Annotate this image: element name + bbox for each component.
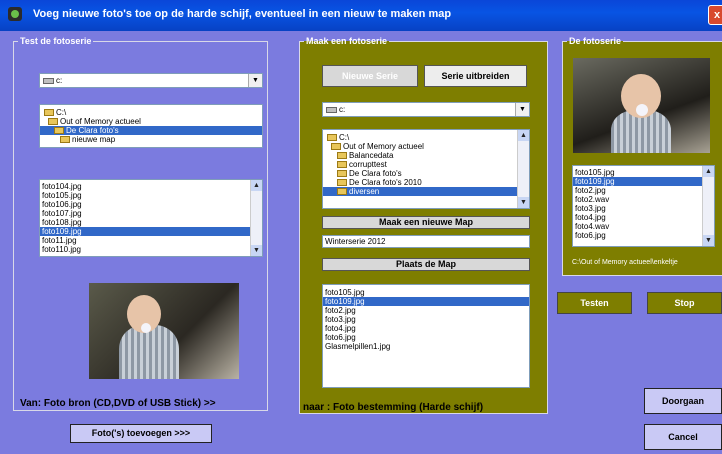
new-series-button[interactable]: Nieuwe Serie (322, 65, 418, 87)
close-button[interactable]: x (708, 5, 722, 25)
folder-icon (60, 136, 70, 144)
list-item[interactable]: foto105.jpg (40, 191, 262, 200)
make-new-folder-button[interactable]: Maak een nieuwe Map (322, 216, 530, 229)
photo-series-panel: De fotoserie foto105.jpg foto109.jpg fot… (562, 36, 722, 276)
list-item[interactable]: foto4.jpg (323, 324, 529, 333)
list-item[interactable]: foto4.wav (573, 222, 714, 231)
series-path: C:\Out of Memory actueel\enkeltje (572, 259, 678, 266)
add-photos-button[interactable]: Foto('s) toevoegen >>> (70, 424, 212, 443)
list-item[interactable]: foto2.wav (573, 195, 714, 204)
list-item[interactable]: foto2.jpg (323, 306, 529, 315)
new-folder-input[interactable]: Winterserie 2012 (322, 235, 530, 248)
list-item[interactable]: foto4.jpg (573, 213, 714, 222)
scrollbar[interactable]: ▲ ▼ (702, 166, 714, 246)
folder-icon (337, 170, 347, 178)
title-bar: Voeg nieuwe foto's toe op de harde schij… (0, 0, 722, 31)
list-item[interactable]: foto6.jpg (573, 231, 714, 240)
preview-photo (89, 283, 239, 379)
series-file-list[interactable]: foto105.jpg foto109.jpg foto2.jpg foto2.… (572, 165, 715, 247)
folder-open-icon (48, 118, 58, 126)
list-item[interactable]: foto3.jpg (323, 315, 529, 324)
folder-item[interactable]: De Clara foto's (323, 169, 529, 178)
series-preview-photo (573, 58, 710, 153)
scroll-up-icon[interactable]: ▲ (251, 180, 262, 191)
list-item[interactable]: foto109.jpg (40, 227, 262, 236)
list-item[interactable]: foto110.jpg (40, 245, 262, 254)
folder-item[interactable]: nieuwe map (40, 135, 262, 144)
list-item[interactable]: foto105.jpg (323, 288, 529, 297)
extend-series-button[interactable]: Serie uitbreiden (424, 65, 527, 87)
list-item[interactable]: foto105.jpg (573, 168, 714, 177)
folder-open-icon (44, 109, 54, 117)
list-item[interactable]: foto108.jpg (40, 218, 262, 227)
source-folder-list[interactable]: C:\ Out of Memory actueel De Clara foto'… (39, 104, 263, 148)
folder-item[interactable]: C:\ (40, 108, 262, 117)
folder-item[interactable]: diversen (323, 187, 529, 196)
place-folder-button[interactable]: Plaats de Map (322, 258, 530, 271)
destination-folder-list[interactable]: C:\ Out of Memory actueel Balancedata co… (322, 129, 530, 209)
source-drive-select[interactable]: c: ▼ (39, 73, 263, 88)
list-item[interactable]: foto109.jpg (573, 177, 714, 186)
make-series-panel: Maak een fotoserie Nieuwe Serie Serie ui… (299, 36, 548, 414)
chevron-down-icon[interactable]: ▼ (248, 74, 262, 87)
drive-icon (43, 77, 54, 84)
stop-button[interactable]: Stop (647, 292, 722, 314)
folder-icon (337, 161, 347, 169)
scroll-down-icon[interactable]: ▼ (703, 235, 714, 246)
list-item[interactable]: foto104.jpg (40, 182, 262, 191)
list-item[interactable]: foto6.jpg (323, 333, 529, 342)
chevron-down-icon[interactable]: ▼ (515, 103, 529, 116)
folder-item[interactable]: C:\ (323, 133, 529, 142)
drive-icon (326, 106, 337, 113)
source-label: Van: Foto bron (CD,DVD of USB Stick) >> (20, 398, 216, 409)
window-title: Voeg nieuwe foto's toe op de harde schij… (33, 8, 452, 20)
destination-drive-select[interactable]: c: ▼ (322, 102, 530, 117)
list-item[interactable]: foto106.jpg (40, 200, 262, 209)
folder-icon (337, 188, 347, 196)
source-file-list[interactable]: foto104.jpg foto105.jpg foto106.jpg foto… (39, 179, 263, 257)
folder-open-icon (327, 134, 337, 142)
app-icon (8, 7, 22, 21)
scrollbar[interactable]: ▲ ▼ (250, 180, 262, 256)
list-item[interactable]: foto11.jpg (40, 236, 262, 245)
make-series-legend: Maak een fotoserie (306, 36, 388, 46)
scroll-down-icon[interactable]: ▼ (518, 197, 529, 208)
list-item[interactable]: foto109.jpg (323, 297, 529, 306)
folder-item[interactable]: Out of Memory actueel (323, 142, 529, 151)
folder-item[interactable]: Balancedata (323, 151, 529, 160)
folder-item[interactable]: Out of Memory actueel (40, 117, 262, 126)
list-item[interactable]: foto3.jpg (573, 204, 714, 213)
destination-file-list[interactable]: foto105.jpg foto109.jpg foto2.jpg foto3.… (322, 284, 530, 388)
cancel-button[interactable]: Cancel (644, 424, 722, 450)
folder-item[interactable]: De Clara foto's (40, 126, 262, 135)
folder-open-icon (331, 143, 341, 151)
scroll-up-icon[interactable]: ▲ (703, 166, 714, 177)
test-series-legend: Test de fotoserie (20, 36, 92, 46)
list-item[interactable]: Glasmelpillen1.jpg (323, 342, 529, 351)
destination-label: naar : Foto bestemming (Harde schijf) (303, 402, 484, 413)
test-series-panel: Test de fotoserie c: ▼ C:\ Out of Memory… (13, 36, 268, 411)
scroll-up-icon[interactable]: ▲ (518, 130, 529, 141)
scroll-down-icon[interactable]: ▼ (251, 245, 262, 256)
scrollbar[interactable]: ▲ ▼ (517, 130, 529, 208)
list-item[interactable]: foto107.jpg (40, 209, 262, 218)
photo-series-legend: De fotoserie (569, 36, 622, 46)
test-button[interactable]: Testen (557, 292, 632, 314)
folder-icon (337, 152, 347, 160)
list-item[interactable]: foto2.jpg (573, 186, 714, 195)
folder-item[interactable]: corrupttest (323, 160, 529, 169)
continue-button[interactable]: Doorgaan (644, 388, 722, 414)
folder-item[interactable]: De Clara foto's 2010 (323, 178, 529, 187)
folder-open-icon (54, 127, 64, 135)
folder-icon (337, 179, 347, 187)
